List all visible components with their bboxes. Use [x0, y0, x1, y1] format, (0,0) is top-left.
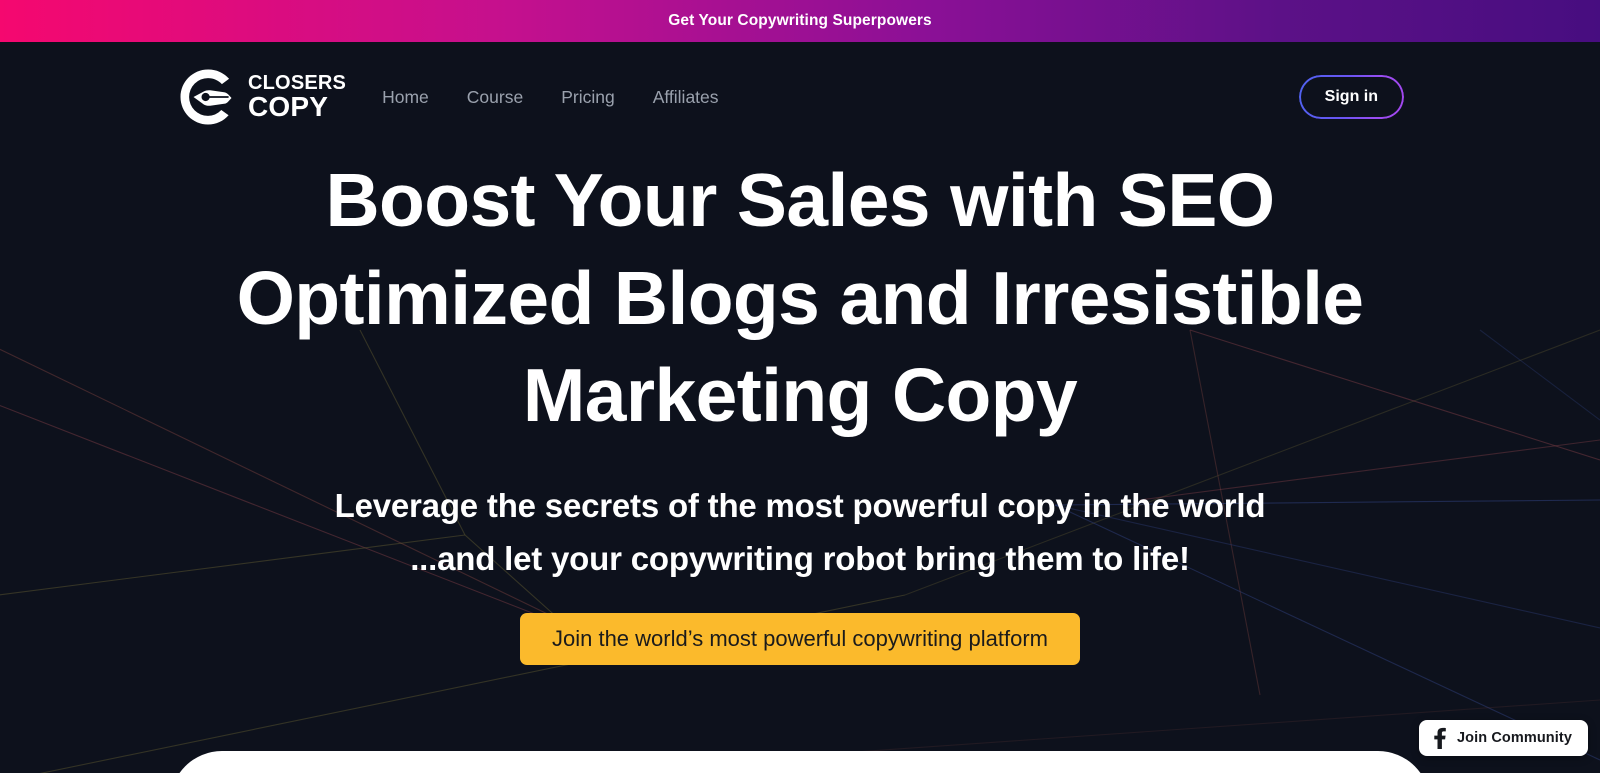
- brand-wordmark: CLOSERS COPY: [248, 71, 347, 122]
- hero-cta-container: Join the world’s most powerful copywriti…: [120, 613, 1480, 666]
- facebook-f-icon: [1434, 727, 1446, 749]
- hero-subheadline-line-1: Leverage the secrets of the most powerfu…: [334, 486, 1266, 524]
- brand-logo-link[interactable]: CLOSERS COPY: [178, 67, 346, 127]
- landing-page: Get Your Copywriting Superpowers CLOSERS…: [0, 0, 1600, 773]
- nav-item-pricing[interactable]: Pricing: [561, 87, 615, 108]
- nav-item-home[interactable]: Home: [382, 87, 429, 108]
- header-actions: Sign in: [1298, 75, 1404, 119]
- brand-line-closers: CLOSERS: [248, 71, 347, 94]
- brand-line-copy: COPY: [248, 90, 329, 122]
- hero-subheadline: Leverage the secrets of the most powerfu…: [170, 479, 1430, 586]
- hero-section: Boost Your Sales with SEO Optimized Blog…: [0, 152, 1600, 666]
- announcement-text: Get Your Copywriting Superpowers: [668, 12, 932, 29]
- hero-headline: Boost Your Sales with SEO Optimized Blog…: [236, 158, 1364, 437]
- facebook-join-community-label: Join Community: [1457, 730, 1572, 746]
- sign-in-label: Sign in: [1324, 88, 1378, 105]
- hero-subheadline-line-2: ...and let your copywriting robot bring …: [410, 539, 1190, 577]
- sign-in-button[interactable]: Sign in: [1298, 75, 1404, 119]
- next-section-curve: [170, 751, 1430, 773]
- nav-item-course[interactable]: Course: [467, 87, 523, 108]
- hero-cta-label: Join the world’s most powerful copywriti…: [551, 626, 1049, 652]
- hero-cta-button[interactable]: Join the world’s most powerful copywriti…: [519, 613, 1081, 666]
- nav-item-affiliates[interactable]: Affiliates: [653, 87, 719, 108]
- closerscopy-pen-circle-logo-icon: [180, 69, 232, 125]
- primary-navigation: Home Course Pricing Affiliates: [382, 87, 718, 108]
- facebook-join-community-widget[interactable]: Join Community: [1419, 720, 1588, 756]
- announcement-bar[interactable]: Get Your Copywriting Superpowers: [0, 0, 1600, 42]
- site-header: CLOSERS COPY Home Course Pricing Affilia…: [0, 42, 1600, 152]
